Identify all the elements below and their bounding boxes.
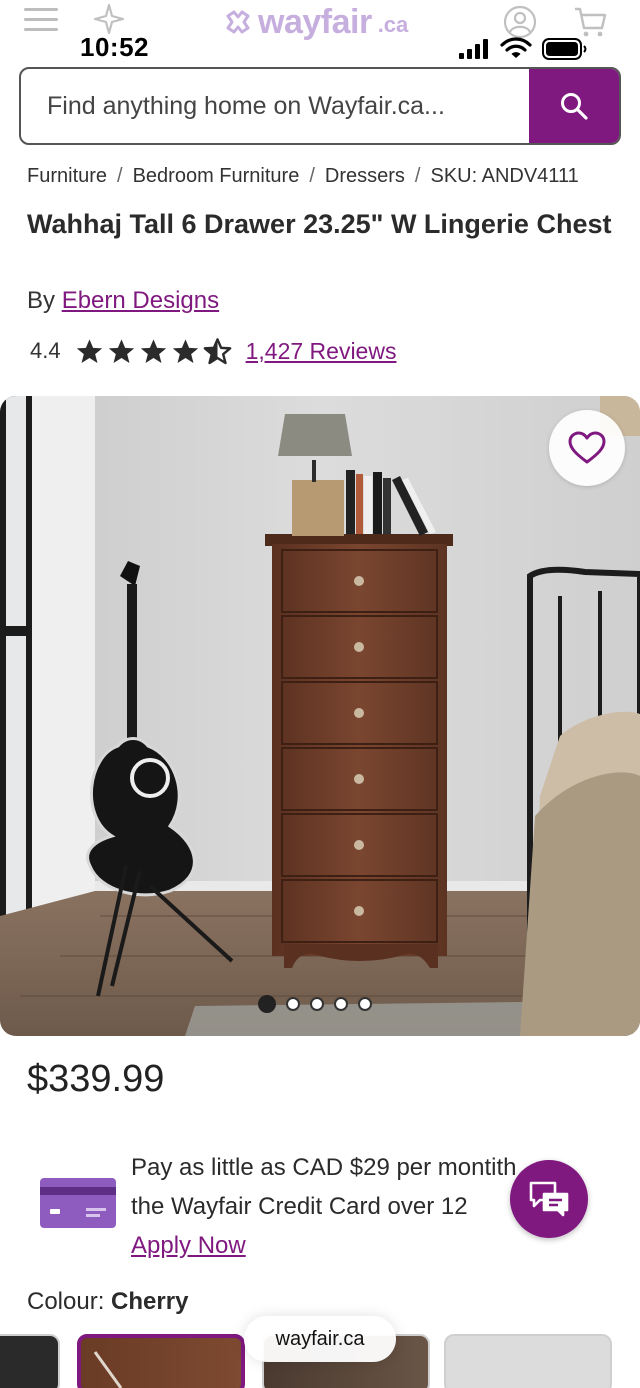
colour-swatch-black[interactable] (0, 1334, 60, 1388)
colour-swatch-white[interactable] (444, 1334, 612, 1388)
colour-swatch-cherry[interactable] (77, 1334, 245, 1388)
browser-url-pill[interactable]: wayfair.ca (244, 1316, 396, 1362)
credit-line-1-tail: ith (491, 1154, 517, 1181)
apply-now-link[interactable]: Apply Now (131, 1226, 246, 1265)
product-title: Wahhaj Tall 6 Drawer 23.25" W Lingerie C… (27, 209, 612, 239)
search-input[interactable] (21, 69, 531, 143)
heart-icon (568, 431, 606, 464)
brand-byline: By Ebern Designs (27, 287, 219, 315)
credit-line-2: the Wayfair Credit Card over 12 (131, 1193, 475, 1220)
credit-line-1: Pay as little as CAD $29 per mont (131, 1154, 492, 1181)
breadcrumb-furniture[interactable]: Furniture (27, 165, 107, 188)
by-prefix: By (27, 287, 56, 314)
star-icon (140, 338, 166, 363)
breadcrumb: Furniture / Bedroom Furniture / Dressers / … (27, 165, 579, 188)
product-price: $339.99 (27, 1058, 165, 1100)
wifi-icon (500, 37, 532, 58)
rating-value: 4.4 (30, 338, 61, 363)
half-star-icon (203, 337, 231, 364)
menu-icon[interactable] (24, 8, 58, 32)
favorite-button[interactable] (549, 410, 625, 486)
selected-colour: Cherry (111, 1288, 189, 1315)
brand-link[interactable]: Ebern Designs (62, 287, 219, 314)
carousel-dot[interactable] (358, 997, 372, 1011)
account-icon[interactable] (502, 4, 538, 40)
cart-icon[interactable] (572, 4, 608, 40)
carousel-dot[interactable] (286, 997, 300, 1011)
wayfair-logo[interactable]: wayfair .ca (224, 2, 408, 42)
status-time: 10:52 (80, 32, 149, 62)
carousel-dot[interactable] (310, 997, 324, 1011)
top-bar: wayfair .ca 10:52 (0, 0, 640, 66)
breadcrumb-dressers[interactable]: Dressers (325, 165, 405, 188)
logo-suffix: .ca (377, 12, 409, 37)
search-button[interactable] (529, 69, 619, 143)
sparkle-icon[interactable] (92, 2, 126, 36)
product-image[interactable] (0, 396, 640, 1036)
carousel-dot[interactable] (334, 997, 348, 1011)
breadcrumb-sku: SKU: ANDV4111 (430, 165, 579, 187)
cellular-signal-icon (459, 39, 488, 59)
search-icon (561, 93, 588, 120)
wayfair-logo-mark-icon (226, 10, 250, 34)
image-carousel-dots (258, 995, 372, 1013)
logo-wordmark: wayfair (258, 2, 372, 41)
credit-card-icon (40, 1178, 116, 1228)
breadcrumb-bedroom-furniture[interactable]: Bedroom Furniture (133, 165, 300, 188)
rating-row: 4.4 1,427 Reviews (30, 334, 396, 368)
star-icon (76, 338, 102, 363)
chat-icon (529, 1181, 569, 1217)
reviews-link[interactable]: 1,427 Reviews (246, 338, 397, 365)
star-icon (172, 338, 198, 363)
star-rating (75, 337, 232, 366)
star-icon (108, 338, 134, 363)
search-bar (19, 67, 621, 145)
battery-icon (542, 38, 587, 60)
chat-button[interactable] (510, 1160, 588, 1238)
colour-label-prefix: Colour: (27, 1288, 105, 1315)
carousel-dot[interactable] (258, 995, 276, 1013)
colour-label: Colour: Cherry (27, 1288, 188, 1316)
